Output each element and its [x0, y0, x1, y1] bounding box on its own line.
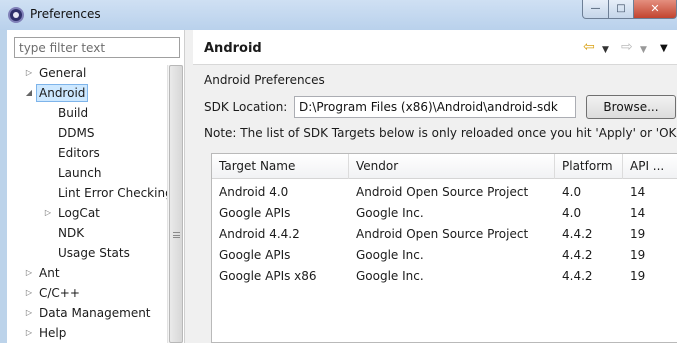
cell-platform: 4.4.2 [562, 269, 593, 283]
cell-platform: 4.4.2 [562, 248, 593, 262]
table-header: Target Name Vendor Platform API ... [212, 154, 677, 179]
table-row[interactable]: Google APIs Google Inc. 4.4.2 19 [212, 245, 677, 266]
forward-arrow-icon[interactable]: ⇨ [621, 39, 633, 55]
tree-item-label: Lint Error Checking [58, 186, 167, 200]
cell-api: 19 [630, 269, 646, 283]
cell-api: 19 [630, 227, 646, 241]
expand-arrow-icon[interactable]: ▷ [24, 63, 34, 83]
section-title: Android Preferences [204, 73, 325, 87]
tree-item-logcat[interactable]: ▷ LogCat [7, 203, 167, 223]
tree-scrollbar[interactable] [167, 65, 183, 343]
tree-item-label: Android [36, 84, 89, 102]
tree-item-label: Build [58, 106, 89, 120]
cell-platform: 4.0 [562, 185, 582, 199]
expand-arrow-icon[interactable]: ▷ [24, 303, 34, 323]
tree-item-label: DDMS [58, 126, 95, 140]
tree-item-label: Ant [39, 266, 60, 280]
sdk-location-input[interactable] [294, 96, 576, 118]
tree-item-ddms[interactable]: DDMS [7, 123, 167, 143]
table-row[interactable]: Android 4.0 Android Open Source Project … [212, 182, 677, 203]
tree-item-label: Data Management [39, 306, 151, 320]
expand-arrow-icon[interactable]: ▷ [24, 283, 34, 303]
tree-item-general[interactable]: ▷ General [7, 63, 167, 83]
tree-item-help[interactable]: ▷ Help [7, 323, 167, 343]
cell-vendor: Google Inc. [356, 269, 424, 283]
preferences-tree-pane: ▷ General ◢ Android Build DDMS Editors L… [7, 30, 185, 343]
browse-button[interactable]: Browse... [586, 95, 676, 119]
tree-item-editors[interactable]: Editors [7, 143, 167, 163]
cell-target-name: Google APIs x86 [219, 269, 317, 283]
sdk-location-label: SDK Location: [204, 100, 288, 114]
tree-item-build[interactable]: Build [7, 103, 167, 123]
cell-api: 19 [630, 248, 646, 262]
back-menu-chevron-icon[interactable]: ▼ [602, 42, 609, 58]
column-header-platform[interactable]: Platform [555, 154, 623, 179]
collapse-arrow-icon[interactable]: ◢ [24, 83, 34, 103]
tree-item-label: Help [39, 326, 67, 340]
view-menu-icon[interactable]: ▼ [660, 41, 668, 57]
expand-arrow-icon[interactable]: ▷ [24, 323, 34, 343]
tree-item-usage-stats[interactable]: Usage Stats [7, 243, 167, 263]
cell-target-name: Android 4.4.2 [219, 227, 300, 241]
table-row[interactable]: Google APIs x86 Google Inc. 4.4.2 19 [212, 266, 677, 287]
preference-page: Android ⇦ ▼ ⇨ ▼ ▼ Android Preferences SD… [193, 30, 677, 343]
back-arrow-icon[interactable]: ⇦ [583, 39, 595, 55]
tree-item-label: Launch [58, 166, 102, 180]
cell-vendor: Android Open Source Project [356, 185, 529, 199]
table-row[interactable]: Android 4.4.2 Android Open Source Projec… [212, 224, 677, 245]
expand-arrow-icon[interactable]: ▷ [24, 263, 34, 283]
tree-item-ant[interactable]: ▷ Ant [7, 263, 167, 283]
expand-arrow-icon[interactable]: ▷ [43, 203, 53, 223]
tree-item-label: Usage Stats [58, 246, 130, 260]
filter-input[interactable] [14, 37, 180, 58]
preferences-dialog: ▷ General ◢ Android Build DDMS Editors L… [7, 30, 677, 343]
cell-target-name: Android 4.0 [219, 185, 289, 199]
tree-item-label: LogCat [58, 206, 100, 220]
tree-item-c-cpp[interactable]: ▷ C/C++ [7, 283, 167, 303]
window-title: Preferences [30, 7, 101, 21]
cell-target-name: Google APIs [219, 248, 291, 262]
tree-item-launch[interactable]: Launch [7, 163, 167, 183]
forward-menu-chevron-icon[interactable]: ▼ [640, 42, 647, 58]
cell-api: 14 [630, 185, 646, 199]
scrollbar-thumb[interactable] [169, 65, 183, 343]
tree-item-android[interactable]: ◢ Android [7, 83, 167, 103]
tree-item-lint-error-checking[interactable]: Lint Error Checking [7, 183, 167, 203]
grip-icon [173, 232, 180, 238]
sdk-targets-table: Target Name Vendor Platform API ... Andr… [211, 153, 677, 343]
page-header: Android ⇦ ▼ ⇨ ▼ ▼ [193, 30, 677, 65]
minimize-button[interactable]: — [582, 0, 609, 19]
close-button[interactable]: ✕ [633, 0, 677, 19]
eclipse-icon [8, 7, 24, 23]
column-header-target-name[interactable]: Target Name [212, 154, 349, 179]
tree-item-label: General [39, 66, 87, 80]
column-header-vendor[interactable]: Vendor [349, 154, 555, 179]
tree-item-data-management[interactable]: ▷ Data Management [7, 303, 167, 323]
tree-item-ndk[interactable]: NDK [7, 223, 167, 243]
title-bar: Preferences — □ ✕ [0, 0, 677, 30]
sdk-targets-note: Note: The list of SDK Targets below is o… [204, 126, 677, 140]
cell-api: 14 [630, 206, 646, 220]
cell-platform: 4.0 [562, 206, 582, 220]
column-header-api[interactable]: API ... [623, 154, 677, 179]
table-row[interactable]: Google APIs Google Inc. 4.0 14 [212, 203, 677, 224]
tree-item-label: NDK [58, 226, 85, 240]
tree-item-label: Editors [58, 146, 100, 160]
tree-item-label: C/C++ [39, 286, 80, 300]
cell-target-name: Google APIs [219, 206, 291, 220]
cell-vendor: Google Inc. [356, 248, 424, 262]
page-title: Android [204, 41, 262, 56]
cell-vendor: Android Open Source Project [356, 227, 529, 241]
maximize-button[interactable]: □ [608, 0, 634, 19]
cell-vendor: Google Inc. [356, 206, 424, 220]
cell-platform: 4.4.2 [562, 227, 593, 241]
